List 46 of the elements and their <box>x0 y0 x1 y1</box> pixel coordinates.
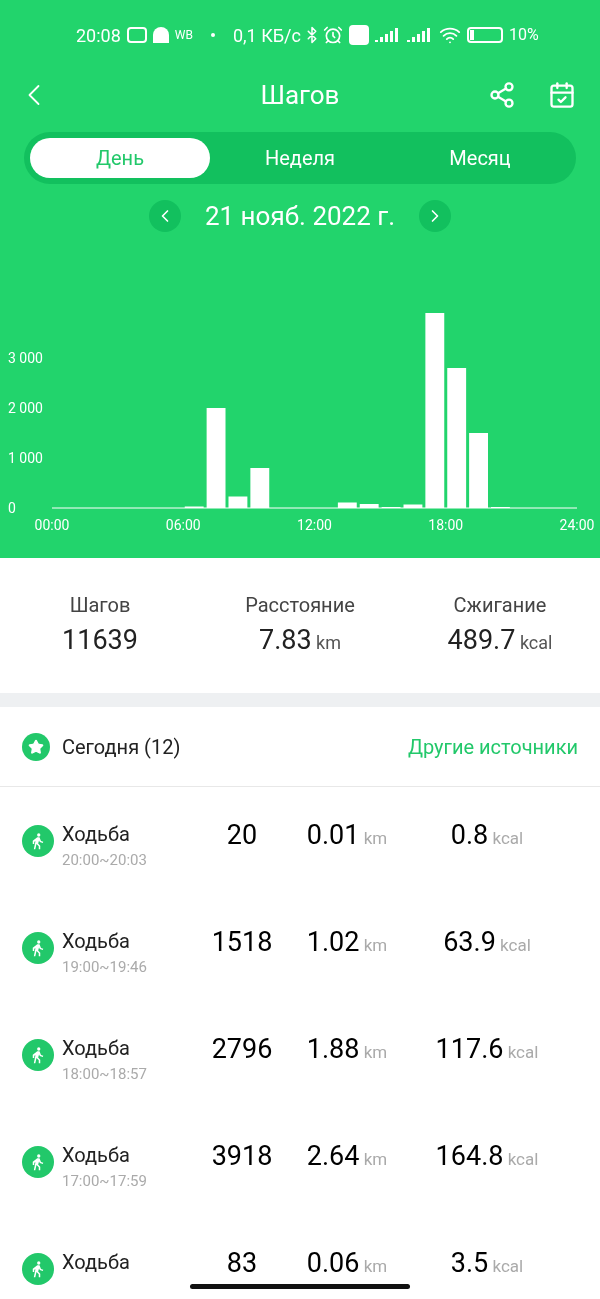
steps-value: 20 <box>225 818 259 853</box>
steps-value: 2796 <box>210 1032 274 1067</box>
activity-name: Ходьба <box>62 821 131 848</box>
calories-value: 63.9 kcal <box>442 925 532 960</box>
calories-value: 164.8 kcal <box>434 1139 540 1174</box>
summary-label: Сжигание <box>453 592 547 620</box>
activity-name: Ходьба <box>62 1035 131 1062</box>
distance-value: 1.02 km <box>305 925 389 960</box>
activity-name: Ходьба <box>62 1249 131 1276</box>
summary-label: Расстояние <box>245 592 355 620</box>
distance-value: 1.88 km <box>305 1032 389 1067</box>
x-tick-label: 24:00 <box>559 517 595 533</box>
distance-value: 0.01 km <box>305 818 389 853</box>
activity-time: 17:00~17:59 <box>62 1171 148 1192</box>
x-tick-label: 06:00 <box>165 517 201 533</box>
steps-value: 83 <box>225 1246 259 1281</box>
calories-value: 0.8 kcal <box>449 818 525 853</box>
steps-value: 1518 <box>210 925 274 960</box>
summary-value: 7.83 km <box>258 623 341 659</box>
activity-time: 20:00~20:03 <box>62 850 148 871</box>
calories-value: 3.5 kcal <box>449 1246 525 1281</box>
page-title: Шагов <box>260 78 340 112</box>
summary-label: Шагов <box>69 592 131 620</box>
distance-value: 0.06 km <box>305 1246 389 1281</box>
section-title: Сегодня (12) <box>62 733 181 761</box>
steps-value: 3918 <box>210 1139 274 1174</box>
battery-level: 10% <box>508 24 539 46</box>
x-tick-label: 00:00 <box>34 517 70 533</box>
activity-time: 18:00~18:57 <box>62 1064 148 1085</box>
date-label: 21 нояб. 2022 г. <box>204 199 396 233</box>
x-tick-label: 12:00 <box>297 517 332 533</box>
distance-value: 2.64 km <box>305 1139 389 1174</box>
activity-time: 19:00~19:46 <box>62 957 148 978</box>
summary-value: 489.7 kcal <box>447 623 553 659</box>
x-tick-label: 18:00 <box>428 517 464 533</box>
calories-value: 117.6 kcal <box>434 1032 540 1067</box>
activity-name: Ходьба <box>62 928 131 955</box>
y-tick-label: 0 <box>8 500 16 516</box>
clock: 20:08 <box>76 23 121 48</box>
y-tick-label: 1 000 <box>8 450 43 466</box>
summary-value: 11639 <box>62 623 138 659</box>
activity-name: Ходьба <box>62 1142 131 1169</box>
network-speed: 0,1 КБ/с <box>232 23 301 48</box>
notification-label: WB <box>174 27 193 44</box>
y-tick-label: 3 000 <box>8 350 43 366</box>
y-tick-label: 2 000 <box>8 400 43 416</box>
